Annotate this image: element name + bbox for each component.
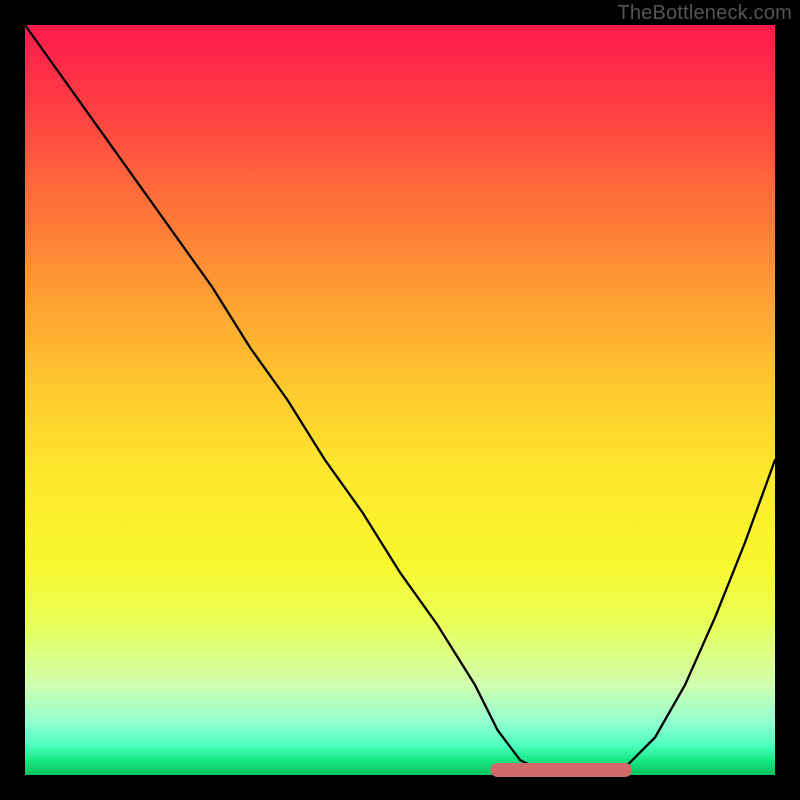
curve-svg (25, 25, 775, 775)
plot-area (25, 25, 775, 775)
chart-frame: TheBottleneck.com (0, 0, 800, 800)
watermark-text: TheBottleneck.com (617, 2, 792, 25)
bottleneck-curve (25, 25, 775, 775)
